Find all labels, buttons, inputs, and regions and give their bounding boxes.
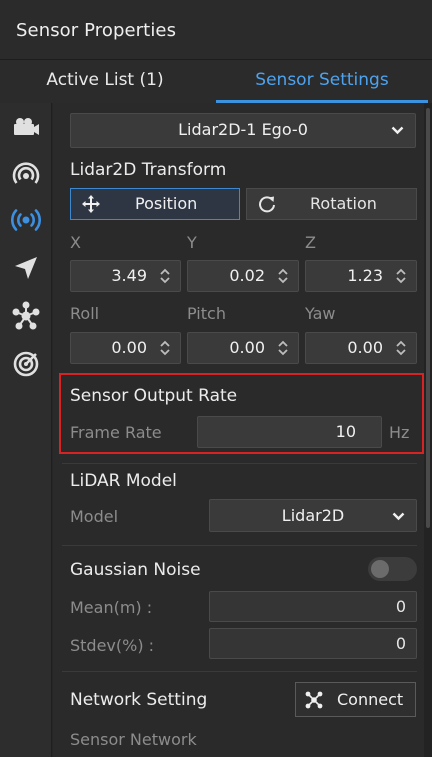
position-button[interactable]: Position	[70, 188, 240, 220]
sensor-select-value: Lidar2D-1 Ego-0	[178, 120, 308, 139]
spinner-arrows-icon[interactable]	[159, 340, 171, 356]
spinner-arrows-icon[interactable]	[395, 340, 407, 356]
mean-label: Mean(m) :	[70, 598, 153, 617]
connect-icon	[305, 691, 323, 709]
rotate-icon	[259, 196, 275, 213]
move-icon	[82, 195, 100, 213]
radar-icon[interactable]	[10, 158, 42, 190]
title-bar: Sensor Properties	[0, 0, 432, 60]
chevron-down-icon	[391, 126, 404, 135]
spinner-arrows-icon[interactable]	[277, 340, 289, 356]
sensor-select-dropdown[interactable]: Lidar2D-1 Ego-0	[70, 113, 416, 148]
output-rate-title: Sensor Output Rate	[70, 386, 238, 406]
frame-rate-input[interactable]: 10	[197, 416, 382, 448]
stdev-value: 0	[395, 634, 406, 653]
yaw-label: Yaw	[305, 304, 336, 323]
panel-title: Sensor Properties	[16, 20, 177, 41]
gaussian-noise-toggle[interactable]	[368, 557, 417, 581]
x-value: 3.49	[111, 266, 147, 285]
sensor-type-sidebar	[0, 103, 52, 757]
spinner-arrows-icon[interactable]	[395, 268, 407, 284]
stdev-input[interactable]: 0	[209, 628, 417, 659]
pitch-value: 0.00	[229, 338, 265, 357]
toggle-knob	[371, 560, 389, 578]
sonar-icon[interactable]	[10, 348, 42, 380]
frame-rate-value: 10	[335, 422, 356, 441]
lidar-icon[interactable]	[10, 204, 42, 236]
model-label: Model	[70, 507, 119, 526]
y-value: 0.02	[229, 266, 265, 285]
z-label: Z	[305, 233, 316, 252]
pitch-input[interactable]: 0.00	[187, 332, 299, 364]
stdev-label: Stdev(%) :	[70, 636, 155, 655]
tab-active-list[interactable]: Active List (1)	[0, 60, 210, 103]
roll-label: Roll	[70, 304, 100, 323]
gps-icon[interactable]	[10, 252, 42, 284]
frame-rate-label: Frame Rate	[70, 423, 162, 442]
y-input[interactable]: 0.02	[187, 260, 299, 292]
camera-icon[interactable]	[10, 110, 42, 142]
sensor-network-label: Sensor Network	[70, 730, 197, 749]
yaw-input[interactable]: 0.00	[305, 332, 417, 364]
spinner-arrows-icon[interactable]	[277, 268, 289, 284]
rotation-label: Rotation	[310, 194, 377, 213]
lidar-model-title: LiDAR Model	[70, 471, 177, 491]
z-input[interactable]: 1.23	[305, 260, 417, 292]
scrollbar-thumb[interactable]	[426, 108, 430, 528]
frame-rate-unit: Hz	[389, 423, 410, 442]
roll-input[interactable]: 0.00	[70, 332, 181, 364]
divider	[62, 545, 417, 546]
mean-value: 0	[395, 597, 406, 616]
connect-label: Connect	[337, 690, 404, 709]
mean-input[interactable]: 0	[209, 591, 417, 622]
divider	[62, 463, 417, 464]
chevron-down-icon	[392, 512, 405, 521]
x-input[interactable]: 3.49	[70, 260, 181, 292]
tab-bar: Active List (1) Sensor Settings	[0, 60, 432, 103]
network-icon[interactable]	[10, 300, 42, 332]
model-dropdown[interactable]: Lidar2D	[209, 499, 417, 532]
connect-button[interactable]: Connect	[295, 682, 416, 717]
y-label: Y	[187, 233, 197, 252]
divider	[62, 671, 417, 672]
z-value: 1.23	[347, 266, 383, 285]
position-label: Position	[135, 194, 198, 213]
gaussian-noise-title: Gaussian Noise	[70, 560, 201, 580]
rotation-button[interactable]: Rotation	[246, 188, 417, 220]
spinner-arrows-icon[interactable]	[159, 268, 171, 284]
pitch-label: Pitch	[187, 304, 226, 323]
x-label: X	[70, 233, 81, 252]
yaw-value: 0.00	[347, 338, 383, 357]
network-setting-title: Network Setting	[70, 690, 208, 710]
tab-sensor-settings[interactable]: Sensor Settings	[216, 60, 428, 103]
roll-value: 0.00	[111, 338, 147, 357]
transform-title: Lidar2D Transform	[70, 160, 227, 180]
model-value: Lidar2D	[281, 506, 345, 525]
